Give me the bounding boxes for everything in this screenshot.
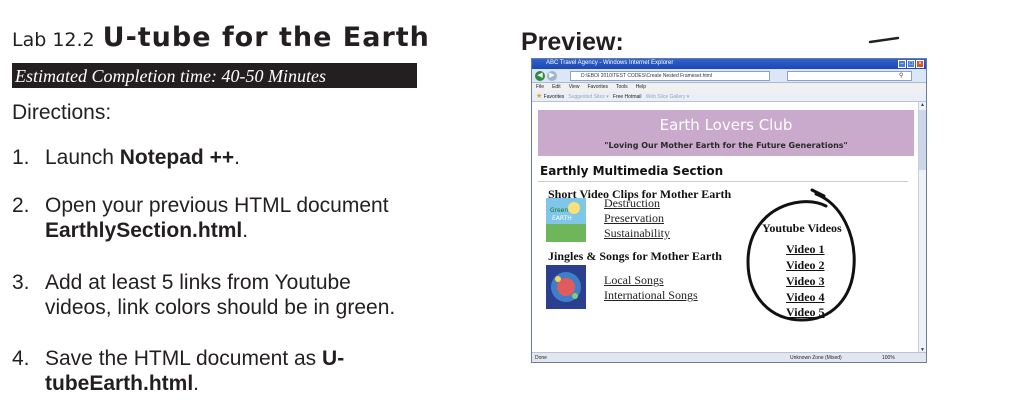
browser-screenshot: ABC Travel Agency - Windows Internet Exp…: [531, 58, 927, 363]
search-icon[interactable]: ⚲: [899, 72, 903, 79]
back-arrow-icon[interactable]: ◀: [535, 71, 545, 81]
step-bold-text: tubeEarth.html: [45, 372, 194, 395]
window-title: ABC Travel Agency - Windows Internet Exp…: [546, 60, 674, 66]
earth-thumbnail: Green EARTH: [546, 198, 586, 242]
step-text: .: [242, 219, 249, 242]
step-number: 4.: [12, 347, 30, 370]
step-text: .: [193, 372, 200, 395]
star-icon: ★: [536, 93, 543, 100]
video-link-5[interactable]: Video 5: [786, 305, 825, 320]
status-bar: Done Unknown Zone (Mixed) 100%: [532, 352, 926, 362]
menu-edit[interactable]: Edit: [552, 83, 561, 92]
scroll-thumb[interactable]: [919, 110, 926, 170]
status-text: Done: [535, 355, 547, 361]
step-text: Launch: [45, 146, 120, 169]
completion-time: Estimated Completion time: 40-50 Minutes: [15, 66, 326, 86]
menu-view[interactable]: View: [569, 83, 580, 92]
lab-title: Lab 12.2 U-tube for the Earth: [12, 22, 430, 53]
step-number: 3.: [12, 271, 30, 294]
completion-time-bar: Estimated Completion time: 40-50 Minutes: [12, 63, 417, 88]
vertical-scrollbar[interactable]: ▲ ▼: [918, 102, 926, 354]
jingles-heading: Jingles & Songs for Mother Earth: [548, 249, 722, 263]
svg-text:EARTH: EARTH: [552, 215, 572, 222]
menu-help[interactable]: Help: [636, 83, 646, 92]
status-zone: Unknown Zone (Mixed): [790, 355, 842, 361]
preview-heading: Preview:: [521, 28, 624, 56]
step-bold-text: U-: [322, 347, 345, 370]
banner: Earth Lovers Club "Loving Our Mother Ear…: [538, 110, 914, 156]
step-bold-text: Notepad ++: [119, 146, 235, 169]
maximize-icon[interactable]: □: [907, 60, 915, 68]
pen-stroke-mark: [868, 36, 900, 44]
section-heading: Earthly Multimedia Section: [540, 164, 724, 178]
close-icon[interactable]: ×: [916, 60, 924, 68]
menu-bar: File Edit View Favorites Tools Help: [532, 83, 926, 92]
clip-link-preservation[interactable]: Preservation: [604, 211, 664, 226]
youtube-heading: Youtube Videos: [762, 221, 842, 235]
address-field[interactable]: D:\EBOI 2010\TEST CODES\Create Nested Fr…: [570, 71, 770, 81]
song-link-local[interactable]: Local Songs: [604, 273, 664, 288]
banner-subtitle: "Loving Our Mother Earth for the Future …: [604, 141, 848, 150]
menu-file[interactable]: File: [536, 83, 544, 92]
step-bold-text: EarthlySection.html: [45, 219, 243, 242]
video-link-3[interactable]: Video 3: [786, 274, 825, 289]
menu-tools[interactable]: Tools: [616, 83, 628, 92]
step-text: .: [234, 146, 240, 169]
favorites-bar: ★ Favorites Suggested Sites ▾ Free Hotma…: [532, 92, 926, 102]
clip-link-sustainability[interactable]: Sustainability: [604, 226, 670, 241]
song-thumbnail: [546, 265, 586, 309]
svg-text:Green: Green: [550, 207, 568, 214]
step-number: 1.: [12, 146, 30, 169]
zoom-level[interactable]: 100%: [882, 353, 895, 362]
address-bar: ◀ ▶ D:\EBOI 2010\TEST CODES\Create Neste…: [532, 69, 926, 83]
song-link-international[interactable]: International Songs: [604, 288, 698, 303]
step-text: videos, link colors should be in green.: [45, 296, 396, 319]
favorites-item[interactable]: Free Hotmail: [613, 94, 642, 100]
lab-name: U-tube for the Earth: [102, 22, 430, 53]
directions-label: Directions:: [12, 101, 112, 124]
favorites-label[interactable]: Favorites: [544, 94, 565, 100]
video-link-1[interactable]: Video 1: [786, 242, 825, 257]
video-link-4[interactable]: Video 4: [786, 290, 825, 305]
step-text: Open your previous HTML document: [45, 194, 389, 217]
search-input[interactable]: [787, 71, 912, 81]
forward-arrow-icon[interactable]: ▶: [547, 71, 557, 81]
clip-link-destruction[interactable]: Destruction: [604, 196, 660, 211]
favorites-item[interactable]: Suggested Sites ▾: [568, 94, 608, 100]
minimize-icon[interactable]: –: [898, 60, 906, 68]
section-divider: [538, 181, 908, 182]
page-viewport: Earth Lovers Club "Loving Our Mother Ear…: [532, 102, 920, 354]
step-number: 2.: [12, 194, 30, 217]
favorites-item[interactable]: Web Slice Gallery ▾: [646, 94, 690, 100]
banner-title: Earth Lovers Club: [659, 116, 793, 134]
scroll-up-icon[interactable]: ▲: [919, 102, 926, 109]
menu-favorites[interactable]: Favorites: [587, 83, 608, 92]
lab-number: Lab 12.2: [12, 29, 95, 51]
window-titlebar: ABC Travel Agency - Windows Internet Exp…: [532, 59, 926, 69]
video-link-2[interactable]: Video 2: [786, 258, 825, 273]
step-text: Add at least 5 links from Youtube: [45, 271, 351, 294]
step-text: Save the HTML document as: [45, 347, 323, 370]
